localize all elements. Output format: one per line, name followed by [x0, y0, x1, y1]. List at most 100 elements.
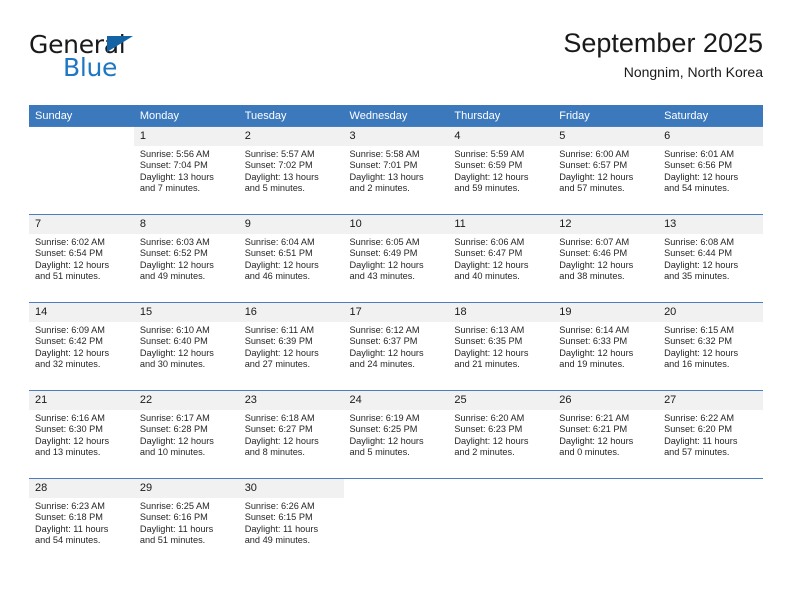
day-daylight1-text: Daylight: 13 hours: [349, 171, 424, 182]
day-number: 20: [658, 303, 763, 322]
day-daylight1-text: Daylight: 12 hours: [559, 347, 634, 358]
calendar-day-cell[interactable]: 24 Sunrise: 6:19 AM Sunset: 6:25 PM Dayligh…: [343, 390, 449, 479]
day-sunset-text: Sunset: 7:04 PM: [139, 160, 208, 171]
day-cell-inner: 8 Sunrise: 6:03 AM Sunset: 6:52 PM Daylight…: [133, 215, 239, 302]
day-daylight2-text: and 21 minutes.: [454, 359, 520, 370]
day-cell-inner: 13 Sunrise: 6:08 AM Sunset: 6:44 PM Dayligh…: [658, 215, 763, 302]
calendar-day-cell[interactable]: [553, 478, 659, 566]
day-sunset-text: Sunset: 6:15 PM: [244, 512, 313, 523]
calendar-day-cell[interactable]: 22 Sunrise: 6:17 AM Sunset: 6:28 PM Dayligh…: [133, 390, 239, 479]
calendar-day-cell[interactable]: [448, 478, 554, 566]
calendar-day-cell[interactable]: [658, 478, 763, 566]
calendar-day-cell[interactable]: 18 Sunrise: 6:13 AM Sunset: 6:35 PM Dayligh…: [448, 302, 554, 391]
day-daylight1-text: Daylight: 12 hours: [139, 435, 214, 446]
day-daylight1-text: Daylight: 12 hours: [454, 171, 529, 182]
day-sunrise-text: Sunrise: 6:03 AM: [139, 237, 210, 247]
day-cell-inner: 30 Sunrise: 6:26 AM Sunset: 6:15 PM Dayligh…: [238, 479, 344, 566]
day-sunset-text: Sunset: 6:18 PM: [35, 512, 103, 523]
day-sunset-text: Sunset: 6:35 PM: [454, 336, 523, 347]
day-number: [29, 127, 134, 146]
day-daylight1-text: Daylight: 12 hours: [244, 347, 319, 358]
day-number: [448, 479, 554, 498]
weekday-header-friday: Friday: [553, 105, 659, 127]
day-details: Sunrise: 5:59 AM Sunset: 6:59 PM Daylight:…: [448, 146, 553, 195]
day-daylight1-text: Daylight: 12 hours: [559, 435, 634, 446]
calendar-day-cell[interactable]: 29 Sunrise: 6:25 AM Sunset: 6:16 PM Dayligh…: [133, 478, 239, 566]
day-details: Sunrise: 6:09 AM Sunset: 6:42 PM Daylight:…: [29, 322, 134, 371]
page-title: September 2025: [563, 28, 763, 58]
day-daylight1-text: Daylight: 11 hours: [244, 523, 319, 534]
day-sunset-text: Sunset: 6:52 PM: [139, 248, 208, 259]
calendar-day-cell[interactable]: 19 Sunrise: 6:14 AM Sunset: 6:33 PM Dayligh…: [553, 302, 659, 391]
day-cell-inner: 12 Sunrise: 6:07 AM Sunset: 6:46 PM Dayligh…: [553, 215, 659, 302]
calendar-day-cell[interactable]: 3 Sunrise: 5:58 AM Sunset: 7:01 PM Daylight…: [343, 126, 449, 215]
calendar-day-cell[interactable]: [343, 478, 449, 566]
day-daylight1-text: Daylight: 12 hours: [664, 171, 739, 182]
day-daylight2-text: and 0 minutes.: [559, 447, 620, 458]
calendar-day-cell[interactable]: 7 Sunrise: 6:02 AM Sunset: 6:54 PM Daylight…: [29, 214, 134, 303]
day-details: Sunrise: 6:05 AM Sunset: 6:49 PM Daylight:…: [344, 234, 449, 283]
calendar-day-cell[interactable]: 5 Sunrise: 6:00 AM Sunset: 6:57 PM Daylight…: [553, 126, 659, 215]
day-daylight1-text: Daylight: 13 hours: [244, 171, 319, 182]
day-number: 13: [658, 215, 763, 234]
general-blue-logo[interactable]: General Blue: [29, 32, 229, 90]
day-details: Sunrise: 6:01 AM Sunset: 6:56 PM Daylight:…: [658, 146, 763, 195]
day-cell-inner: 24 Sunrise: 6:19 AM Sunset: 6:25 PM Dayligh…: [343, 391, 449, 478]
calendar-day-cell[interactable]: 27 Sunrise: 6:22 AM Sunset: 6:20 PM Dayligh…: [658, 390, 763, 479]
day-sunrise-text: Sunrise: 5:57 AM: [244, 149, 315, 159]
calendar-day-cell[interactable]: 13 Sunrise: 6:08 AM Sunset: 6:44 PM Dayligh…: [658, 214, 763, 303]
calendar-day-cell[interactable]: 26 Sunrise: 6:21 AM Sunset: 6:21 PM Dayligh…: [553, 390, 659, 479]
calendar-day-cell[interactable]: 6 Sunrise: 6:01 AM Sunset: 6:56 PM Daylight…: [658, 126, 763, 215]
calendar-day-cell[interactable]: 30 Sunrise: 6:26 AM Sunset: 6:15 PM Dayligh…: [238, 478, 344, 566]
calendar-day-cell[interactable]: 11 Sunrise: 6:06 AM Sunset: 6:47 PM Dayligh…: [448, 214, 554, 303]
calendar-day-cell[interactable]: 17 Sunrise: 6:12 AM Sunset: 6:37 PM Dayligh…: [343, 302, 449, 391]
day-details: Sunrise: 6:12 AM Sunset: 6:37 PM Daylight:…: [344, 322, 449, 371]
calendar-day-cell[interactable]: 8 Sunrise: 6:03 AM Sunset: 6:52 PM Daylight…: [133, 214, 239, 303]
day-cell-inner: 28 Sunrise: 6:23 AM Sunset: 6:18 PM Dayligh…: [29, 479, 134, 566]
day-cell-inner: 5 Sunrise: 6:00 AM Sunset: 6:57 PM Daylight…: [553, 127, 659, 214]
day-daylight2-text: and 59 minutes.: [454, 183, 520, 194]
calendar-day-cell[interactable]: 20 Sunrise: 6:15 AM Sunset: 6:32 PM Dayligh…: [658, 302, 763, 391]
calendar-day-cell[interactable]: 4 Sunrise: 5:59 AM Sunset: 6:59 PM Daylight…: [448, 126, 554, 215]
calendar-day-cell[interactable]: 15 Sunrise: 6:10 AM Sunset: 6:40 PM Dayligh…: [133, 302, 239, 391]
day-sunrise-text: Sunrise: 5:56 AM: [139, 149, 210, 159]
calendar-week-row: 28 Sunrise: 6:23 AM Sunset: 6:18 PM Dayligh…: [29, 478, 763, 566]
day-cell-inner: 14 Sunrise: 6:09 AM Sunset: 6:42 PM Dayligh…: [29, 303, 134, 390]
day-daylight1-text: Daylight: 12 hours: [664, 347, 739, 358]
day-sunrise-text: Sunrise: 6:25 AM: [139, 501, 210, 511]
day-details: Sunrise: 6:07 AM Sunset: 6:46 PM Daylight:…: [553, 234, 658, 283]
day-number: 2: [238, 127, 344, 146]
day-cell-inner: [448, 479, 554, 566]
calendar-day-cell[interactable]: 28 Sunrise: 6:23 AM Sunset: 6:18 PM Dayligh…: [29, 478, 134, 566]
day-sunset-text: Sunset: 6:20 PM: [664, 424, 732, 435]
calendar-day-cell[interactable]: 16 Sunrise: 6:11 AM Sunset: 6:39 PM Dayligh…: [238, 302, 344, 391]
calendar-day-cell[interactable]: 23 Sunrise: 6:18 AM Sunset: 6:27 PM Dayligh…: [238, 390, 344, 479]
calendar-day-cell[interactable]: 2 Sunrise: 5:57 AM Sunset: 7:02 PM Daylight…: [238, 126, 344, 215]
calendar-day-cell[interactable]: 21 Sunrise: 6:16 AM Sunset: 6:30 PM Dayligh…: [29, 390, 134, 479]
day-sunset-text: Sunset: 6:30 PM: [35, 424, 103, 435]
calendar-day-cell[interactable]: 9 Sunrise: 6:04 AM Sunset: 6:51 PM Daylight…: [238, 214, 344, 303]
day-daylight2-text: and 46 minutes.: [244, 271, 311, 282]
calendar-day-cell[interactable]: 1 Sunrise: 5:56 AM Sunset: 7:04 PM Daylight…: [133, 126, 239, 215]
day-sunset-text: Sunset: 6:16 PM: [139, 512, 208, 523]
calendar-day-cell[interactable]: 12 Sunrise: 6:07 AM Sunset: 6:46 PM Dayligh…: [553, 214, 659, 303]
day-sunset-text: Sunset: 6:47 PM: [454, 248, 523, 259]
day-cell-inner: [343, 479, 449, 566]
day-daylight1-text: Daylight: 12 hours: [349, 435, 424, 446]
day-daylight1-text: Daylight: 12 hours: [454, 435, 529, 446]
day-sunrise-text: Sunrise: 6:11 AM: [244, 325, 314, 335]
day-sunset-text: Sunset: 6:46 PM: [559, 248, 628, 259]
weekday-header-tuesday: Tuesday: [238, 105, 344, 127]
logo-triangle-icon: [107, 36, 133, 52]
calendar-day-cell[interactable]: 10 Sunrise: 6:05 AM Sunset: 6:49 PM Dayligh…: [343, 214, 449, 303]
day-sunset-text: Sunset: 6:37 PM: [349, 336, 418, 347]
calendar-day-cell[interactable]: 14 Sunrise: 6:09 AM Sunset: 6:42 PM Dayligh…: [29, 302, 134, 391]
day-cell-inner: 10 Sunrise: 6:05 AM Sunset: 6:49 PM Dayligh…: [343, 215, 449, 302]
day-number: [658, 479, 763, 498]
calendar-day-cell[interactable]: 25 Sunrise: 6:20 AM Sunset: 6:23 PM Dayligh…: [448, 390, 554, 479]
day-details: Sunrise: 6:00 AM Sunset: 6:57 PM Daylight:…: [553, 146, 658, 195]
day-daylight2-text: and 24 minutes.: [349, 359, 415, 370]
day-sunset-text: Sunset: 6:21 PM: [559, 424, 628, 435]
day-cell-inner: 6 Sunrise: 6:01 AM Sunset: 6:56 PM Daylight…: [658, 127, 763, 214]
calendar-day-cell[interactable]: [29, 126, 134, 215]
